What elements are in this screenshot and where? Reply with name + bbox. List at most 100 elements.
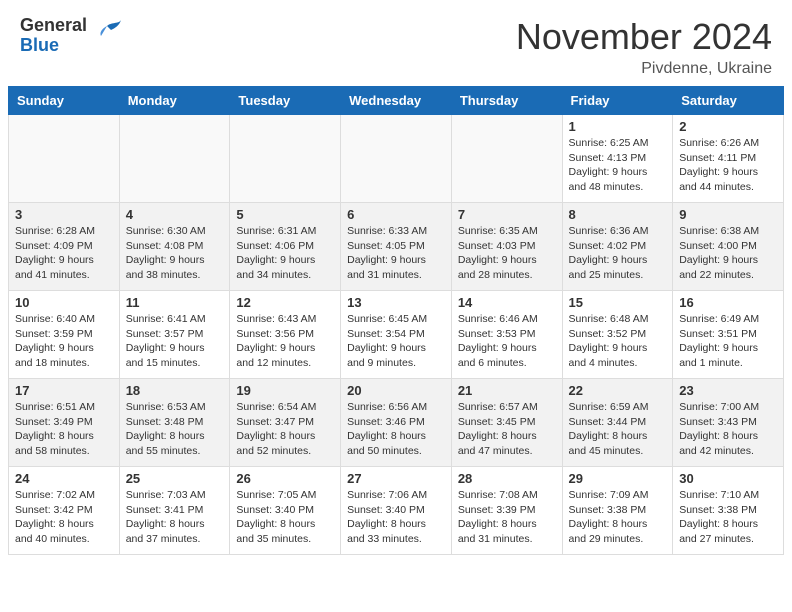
daylight-text: Daylight: 9 hours and 44 minutes. [679,165,777,194]
sunrise-text: Sunrise: 6:38 AM [679,224,777,239]
daylight-text: Daylight: 9 hours and 38 minutes. [126,253,224,282]
calendar-cell-25: 25Sunrise: 7:03 AMSunset: 3:41 PMDayligh… [119,467,230,555]
calendar-cell-28: 28Sunrise: 7:08 AMSunset: 3:39 PMDayligh… [451,467,562,555]
day-number: 18 [126,383,224,398]
sunset-text: Sunset: 3:59 PM [15,327,113,342]
calendar-cell-13: 13 Sunrise: 6:45 AMSunset: 3:54 PMDayligh… [341,291,452,379]
calendar-cell-1: 1Sunrise: 6:25 AMSunset: 4:13 PMDaylight… [562,115,673,203]
calendar-cell-8: 8Sunrise: 6:36 AMSunset: 4:02 PMDaylight… [562,203,673,291]
calendar-cell-18: 18Sunrise: 6:53 AMSunset: 3:48 PMDayligh… [119,379,230,467]
empty-cell [451,115,562,203]
sunrise-text: Sunrise: 6:51 AM [15,400,113,415]
sunset-text: Sunset: 4:00 PM [679,239,777,254]
calendar-cell-7: 7Sunrise: 6:35 AMSunset: 4:03 PMDaylight… [451,203,562,291]
calendar-cell-27: 27Sunrise: 7:06 AMSunset: 3:40 PMDayligh… [341,467,452,555]
weekday-header-friday: Friday [562,87,673,115]
daylight-text: Daylight: 9 hours and 18 minutes. [15,341,113,370]
weekday-header-thursday: Thursday [451,87,562,115]
sunrise-text: Sunrise: 6:46 AM [458,312,556,327]
sunrise-text: Sunrise: 6:49 AM [679,312,777,327]
daylight-text: Daylight: 8 hours and 37 minutes. [126,517,224,546]
daylight-text: Daylight: 8 hours and 33 minutes. [347,517,445,546]
day-number: 22 [569,383,667,398]
day-number: 16 [679,295,777,310]
empty-cell [119,115,230,203]
sunrise-text: Sunrise: 7:08 AM [458,488,556,503]
calendar-cell-5: 5Sunrise: 6:31 AMSunset: 4:06 PMDaylight… [230,203,341,291]
calendar-cell-19: 19Sunrise: 6:54 AMSunset: 3:47 PMDayligh… [230,379,341,467]
daylight-text: Daylight: 9 hours and 22 minutes. [679,253,777,282]
daylight-text: Daylight: 9 hours and 28 minutes. [458,253,556,282]
day-number: 17 [15,383,113,398]
weekday-header-tuesday: Tuesday [230,87,341,115]
empty-cell [341,115,452,203]
sunrise-text: Sunrise: 7:09 AM [569,488,667,503]
sunrise-text: Sunrise: 6:30 AM [126,224,224,239]
day-number: 21 [458,383,556,398]
day-number: 5 [236,207,334,222]
calendar-table: SundayMondayTuesdayWednesdayThursdayFrid… [8,86,784,555]
day-number: 13 [347,295,445,310]
sunset-text: Sunset: 4:03 PM [458,239,556,254]
day-number: 3 [15,207,113,222]
weekday-header-row: SundayMondayTuesdayWednesdayThursdayFrid… [9,87,784,115]
sunset-text: Sunset: 4:09 PM [15,239,113,254]
sunrise-text: Sunrise: 6:28 AM [15,224,113,239]
calendar-cell-11: 11Sunrise: 6:41 AMSunset: 3:57 PMDayligh… [119,291,230,379]
empty-cell [230,115,341,203]
calendar-cell-20: 20Sunrise: 6:56 AMSunset: 3:46 PMDayligh… [341,379,452,467]
sunset-text: Sunset: 3:56 PM [236,327,334,342]
daylight-text: Daylight: 8 hours and 42 minutes. [679,429,777,458]
calendar-cell-14: 14Sunrise: 6:46 AMSunset: 3:53 PMDayligh… [451,291,562,379]
daylight-text: Daylight: 9 hours and 41 minutes. [15,253,113,282]
sunset-text: Sunset: 3:38 PM [569,503,667,518]
location: Pivdenne, Ukraine [516,60,772,78]
weekday-header-sunday: Sunday [9,87,120,115]
daylight-text: Daylight: 9 hours and 48 minutes. [569,165,667,194]
daylight-text: Daylight: 8 hours and 47 minutes. [458,429,556,458]
calendar-cell-16: 16Sunrise: 6:49 AMSunset: 3:51 PMDayligh… [673,291,784,379]
sunrise-text: Sunrise: 6:48 AM [569,312,667,327]
sunrise-text: Sunrise: 6:36 AM [569,224,667,239]
daylight-text: Daylight: 8 hours and 52 minutes. [236,429,334,458]
daylight-text: Daylight: 8 hours and 27 minutes. [679,517,777,546]
sunset-text: Sunset: 3:43 PM [679,415,777,430]
day-number: 14 [458,295,556,310]
daylight-text: Daylight: 9 hours and 1 minute. [679,341,777,370]
calendar-cell-2: 2Sunrise: 6:26 AMSunset: 4:11 PMDaylight… [673,115,784,203]
calendar-week-row: 17Sunrise: 6:51 AMSunset: 3:49 PMDayligh… [9,379,784,467]
sunrise-text: Sunrise: 6:56 AM [347,400,445,415]
day-number: 26 [236,471,334,486]
sunrise-text: Sunrise: 6:45 AM [347,312,445,327]
weekday-header-monday: Monday [119,87,230,115]
month-title: November 2024 [516,16,772,58]
logo-blue: Blue [20,36,87,56]
sunset-text: Sunset: 4:05 PM [347,239,445,254]
sunset-text: Sunset: 3:41 PM [126,503,224,518]
day-number: 8 [569,207,667,222]
daylight-text: Daylight: 9 hours and 9 minutes. [347,341,445,370]
day-number: 29 [569,471,667,486]
sunrise-text: Sunrise: 7:03 AM [126,488,224,503]
day-number: 10 [15,295,113,310]
weekday-header-wednesday: Wednesday [341,87,452,115]
daylight-text: Daylight: 9 hours and 12 minutes. [236,341,334,370]
day-number: 4 [126,207,224,222]
daylight-text: Daylight: 9 hours and 6 minutes. [458,341,556,370]
calendar-week-row: 24Sunrise: 7:02 AMSunset: 3:42 PMDayligh… [9,467,784,555]
sunrise-text: Sunrise: 7:05 AM [236,488,334,503]
sunrise-text: Sunrise: 7:06 AM [347,488,445,503]
day-number: 20 [347,383,445,398]
sunset-text: Sunset: 3:45 PM [458,415,556,430]
daylight-text: Daylight: 8 hours and 50 minutes. [347,429,445,458]
sunrise-text: Sunrise: 6:53 AM [126,400,224,415]
logo-general: General [20,16,87,36]
sunrise-text: Sunrise: 6:35 AM [458,224,556,239]
sunrise-text: Sunrise: 6:25 AM [569,136,667,151]
sunset-text: Sunset: 3:54 PM [347,327,445,342]
day-number: 15 [569,295,667,310]
daylight-text: Daylight: 9 hours and 4 minutes. [569,341,667,370]
daylight-text: Daylight: 8 hours and 58 minutes. [15,429,113,458]
sunset-text: Sunset: 4:06 PM [236,239,334,254]
calendar-cell-26: 26Sunrise: 7:05 AMSunset: 3:40 PMDayligh… [230,467,341,555]
